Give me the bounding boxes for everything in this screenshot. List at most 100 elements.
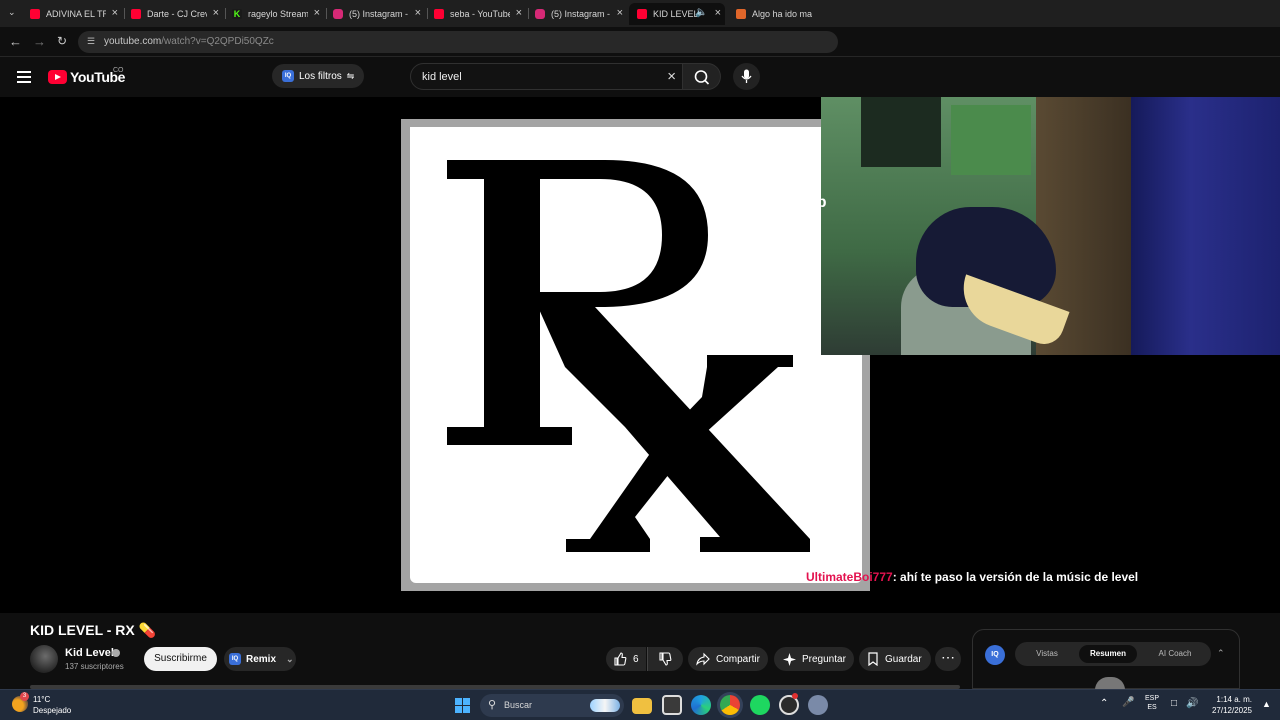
error-favicon-icon	[736, 9, 746, 19]
edge-browser-icon[interactable]	[691, 695, 711, 715]
channel-name[interactable]: Kid Level	[65, 647, 114, 659]
tab-title: ADIVINA EL TR	[46, 9, 106, 19]
tab-title: Darte - CJ Crev	[147, 9, 207, 19]
system-clock[interactable]: 1:14 a. m. 27/12/2025	[1206, 694, 1252, 716]
remix-label: Remix	[246, 653, 277, 665]
panel-tab-group: Vistas Resumen AI Coach	[1015, 642, 1211, 666]
instagram-favicon-icon	[535, 9, 545, 19]
chat-username: UltimateBoi777	[806, 570, 893, 584]
speaker-icon[interactable]: 🔈	[695, 7, 707, 18]
tab-vistas[interactable]: Vistas	[1019, 645, 1075, 663]
chat-overlay-message: UltimateBoi777: ahí te paso la versión d…	[806, 570, 1138, 584]
close-tab-icon[interactable]: ×	[415, 7, 421, 19]
file-explorer-icon[interactable]	[632, 698, 652, 714]
youtube-play-icon	[48, 70, 67, 84]
tray-overflow-chevron-icon[interactable]: ⌃	[1100, 698, 1108, 709]
search-highlight-icon	[590, 699, 620, 712]
input-language[interactable]: ESP ES	[1145, 695, 1159, 711]
browser-tab-strip: ⌄ ADIVINA EL TR × Darte - CJ Crev × K ra…	[0, 0, 1280, 27]
back-arrow-icon[interactable]: ←	[9, 34, 22, 49]
browser-toolbar: ← → ↻ ☰ youtube.com/watch?v=Q2QPDi50QZc	[0, 27, 1280, 57]
weather-temperature[interactable]: 11°C	[33, 695, 50, 704]
save-button[interactable]: Guardar	[859, 647, 931, 671]
search-icon: ⚲	[488, 699, 497, 711]
clear-search-icon[interactable]: ×	[667, 68, 676, 85]
browser-tab[interactable]: Algo ha ido ma	[736, 3, 820, 25]
search-button[interactable]	[683, 63, 721, 90]
windows-taskbar: 3 11°C Despejado ⚲ Buscar ⌃ 🎤 ESP ES □ 🔊…	[0, 689, 1280, 720]
search-value: kid level	[422, 71, 462, 83]
microphone-tray-icon[interactable]: 🎤	[1122, 697, 1134, 708]
iq-extension-icon: IQ	[282, 70, 294, 82]
ask-button[interactable]: Preguntar	[774, 647, 854, 671]
browser-tab[interactable]: (5) Instagram - ×	[333, 3, 421, 25]
reload-icon[interactable]: ↻	[57, 34, 67, 48]
youtube-favicon-icon	[434, 9, 444, 19]
tab-ai-coach[interactable]: AI Coach	[1143, 645, 1207, 663]
filters-label: Los filtros	[299, 70, 342, 82]
close-tab-icon[interactable]: ×	[617, 7, 623, 19]
rx-symbol-image	[410, 127, 862, 583]
tab-resumen[interactable]: Resumen	[1079, 645, 1137, 663]
close-tab-icon[interactable]: ×	[112, 7, 118, 19]
spotify-icon[interactable]	[750, 695, 770, 715]
like-count: 6	[633, 653, 639, 665]
more-actions-button[interactable]: ⋯	[935, 647, 961, 671]
taskbar-search[interactable]: ⚲ Buscar	[480, 694, 624, 717]
youtube-favicon-icon	[131, 9, 141, 19]
browser-tab[interactable]: Darte - CJ Crev ×	[131, 3, 219, 25]
chrome-browser-icon[interactable]	[720, 695, 740, 715]
tab-title: KID LEVEL	[653, 9, 697, 19]
video-title: KID LEVEL - RX 💊	[30, 622, 157, 638]
close-tab-icon[interactable]: ×	[516, 7, 522, 19]
hamburger-menu-icon[interactable]	[17, 71, 31, 83]
browser-tab[interactable]: K rageylo Stream ×	[232, 3, 320, 25]
like-button[interactable]: 6	[606, 647, 646, 671]
browser-tab[interactable]: (5) Instagram - ×	[535, 3, 623, 25]
site-info-icon[interactable]: ☰	[87, 36, 95, 47]
close-tab-icon[interactable]: ×	[213, 7, 219, 19]
address-bar[interactable]: ☰ youtube.com/watch?v=Q2QPDi50QZc	[78, 31, 838, 53]
microsoft-store-icon[interactable]	[662, 695, 682, 715]
forward-arrow-icon[interactable]: →	[33, 34, 46, 49]
tab-title: Algo ha ido ma	[752, 9, 812, 19]
webcam-overlay	[821, 97, 1280, 355]
dislike-button[interactable]	[647, 647, 683, 671]
weather-condition[interactable]: Despejado	[33, 706, 71, 715]
weather-badge: 3	[20, 692, 29, 701]
network-icon[interactable]: □	[1171, 698, 1177, 709]
youtube-header: YouTube CO IQ Los filtros ⇋ kid level ×	[0, 57, 1280, 97]
tab-title: seba - YouTube	[450, 9, 510, 19]
subscriber-count: 137 suscriptores	[65, 662, 124, 671]
close-tab-icon[interactable]: ×	[314, 7, 320, 19]
settings-gear-icon[interactable]	[808, 695, 828, 715]
notification-bell-icon[interactable]: ▲	[1262, 699, 1271, 709]
browser-tab-active[interactable]: KID LEVEL 🔈 ×	[629, 3, 725, 25]
kick-favicon-icon: K	[232, 9, 242, 19]
share-arrow-icon	[696, 652, 710, 666]
volume-icon[interactable]: 🔊	[1186, 698, 1198, 709]
channel-avatar[interactable]	[30, 645, 58, 673]
tab-title: (5) Instagram -	[551, 9, 611, 19]
youtube-favicon-icon	[637, 9, 647, 19]
tab-title: rageylo Stream	[248, 9, 308, 19]
collapse-chevron-icon[interactable]: ⌃	[1217, 648, 1225, 659]
close-tab-icon[interactable]: ×	[715, 7, 721, 19]
subscribe-button[interactable]: Suscribirme	[144, 647, 217, 671]
share-button[interactable]: Compartir	[688, 647, 768, 671]
remix-button[interactable]: IQ Remix ⌄	[224, 647, 296, 671]
video-player[interactable]: up UltimateBoi777: ahí te paso la versió…	[0, 97, 1280, 613]
search-input[interactable]: kid level ×	[410, 63, 683, 90]
windows-start-icon[interactable]	[455, 698, 470, 713]
voice-search-button[interactable]	[733, 63, 760, 90]
thumbs-up-icon	[614, 652, 627, 666]
instagram-favicon-icon	[333, 9, 343, 19]
filters-button[interactable]: IQ Los filtros ⇋	[272, 64, 365, 88]
bookmark-icon	[868, 652, 878, 666]
clock-date: 27/12/2025	[1211, 706, 1252, 715]
iq-logo-icon: IQ	[985, 645, 1005, 665]
tab-list-chevron-icon[interactable]: ⌄	[8, 7, 16, 18]
browser-tab[interactable]: ADIVINA EL TR ×	[30, 3, 118, 25]
language-code: ESP	[1145, 695, 1160, 702]
browser-tab[interactable]: seba - YouTube ×	[434, 3, 522, 25]
